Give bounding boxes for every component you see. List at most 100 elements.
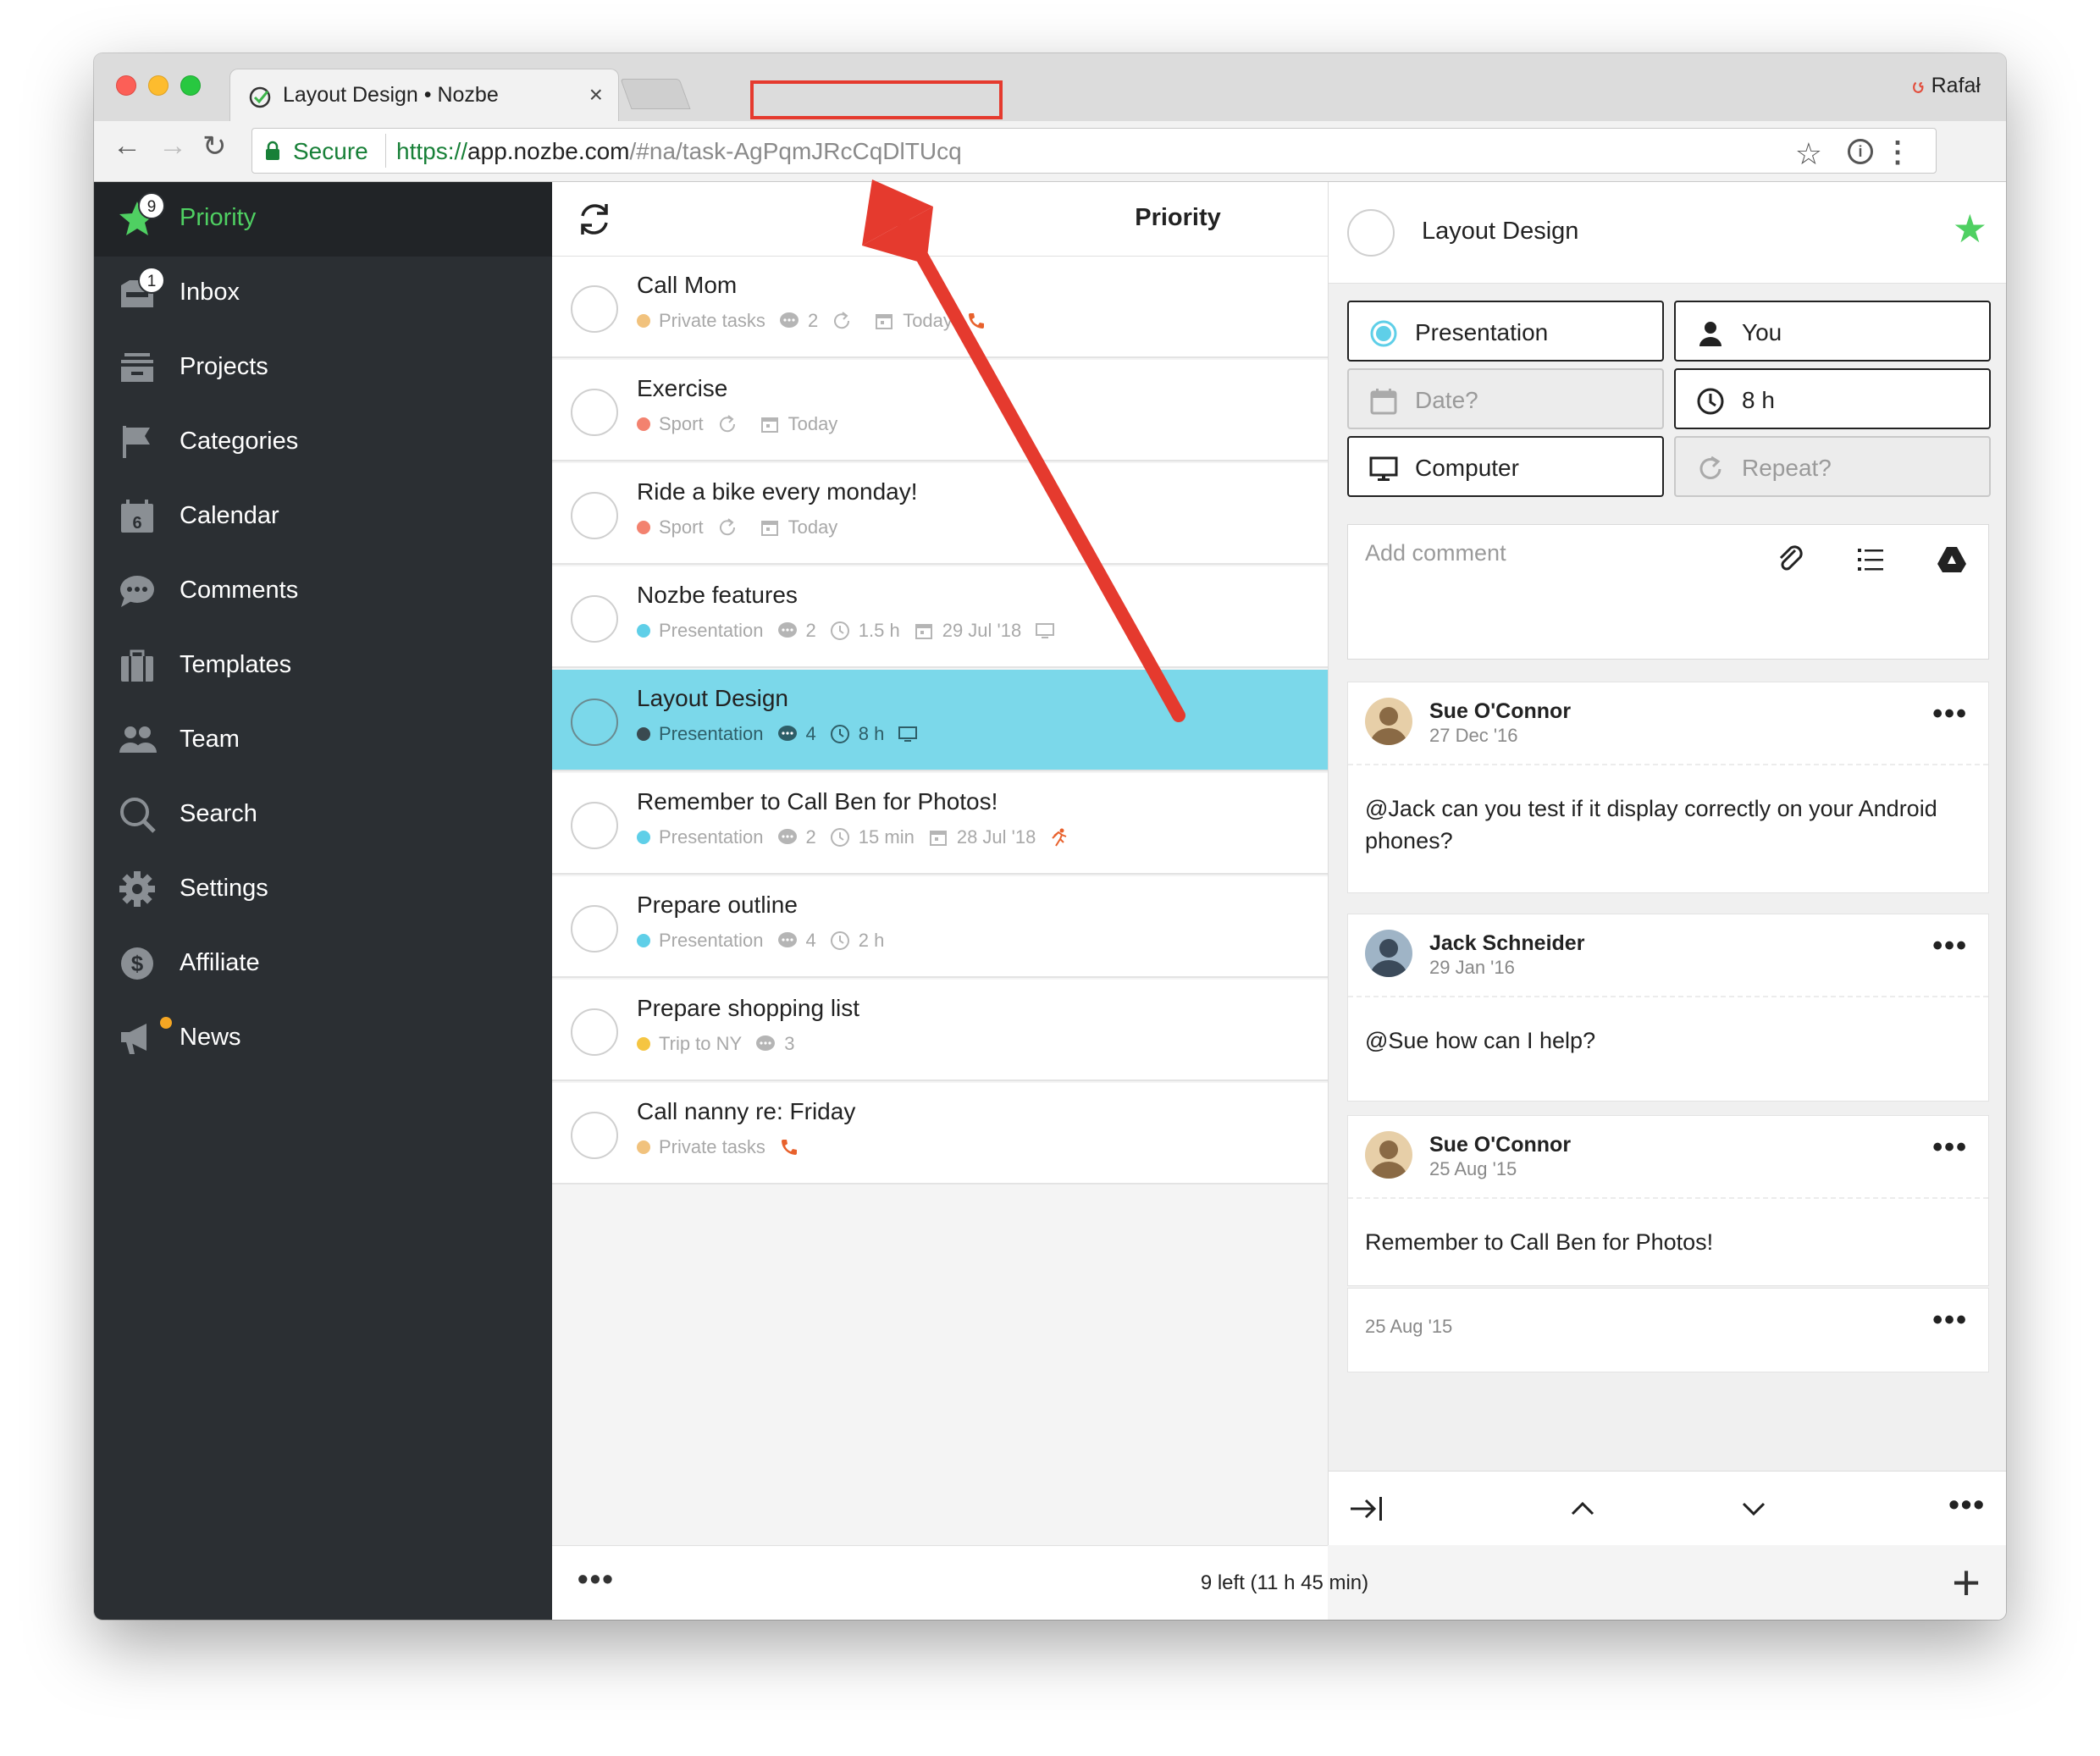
url-path: /#na/task-AgPqmJRcCqDlTUcq: [629, 138, 962, 164]
task-checkbox[interactable]: [571, 1008, 618, 1056]
sidebar-item-calendar[interactable]: 6 Calendar: [94, 480, 552, 555]
sidebar-item-label: Priority: [180, 204, 257, 231]
task-comments: 4: [777, 930, 816, 952]
extension-icon[interactable]: i: [1848, 139, 1873, 164]
sidebar-item-settings[interactable]: Settings: [94, 853, 552, 927]
task-checkbox[interactable]: [571, 1112, 618, 1159]
task-checkbox[interactable]: [571, 595, 618, 643]
task-project: Presentation: [637, 723, 764, 745]
add-task-icon[interactable]: +: [1952, 1559, 1981, 1608]
reload-icon[interactable]: ↻: [202, 130, 227, 163]
task-date: Today: [760, 413, 837, 435]
sidebar-item-categories[interactable]: Categories: [94, 406, 552, 480]
zoom-window-button[interactable]: [180, 75, 201, 96]
date-attribute-button[interactable]: Date?: [1347, 368, 1664, 429]
task-row[interactable]: Ride a bike every monday! Sport Today: [552, 463, 1328, 565]
calendar-icon: [928, 826, 957, 848]
repeat-attribute-button[interactable]: Repeat?: [1674, 436, 1991, 497]
task-project-name: Sport: [659, 516, 704, 538]
project-attribute-label: Presentation: [1415, 319, 1549, 345]
tab-close-icon[interactable]: ×: [589, 81, 603, 108]
minimize-window-button[interactable]: [148, 75, 169, 96]
previous-task-icon[interactable]: [1562, 1488, 1603, 1529]
browser-menu-icon[interactable]: ⋮: [1883, 135, 1912, 169]
sidebar-item-templates[interactable]: Templates: [94, 629, 552, 704]
task-row[interactable]: Prepare shopping list Trip to NY 3: [552, 980, 1328, 1081]
url-text[interactable]: https://app.nozbe.com/#na/task-AgPqmJRcC…: [396, 138, 962, 165]
sidebar: 9 Priority 1 Inbox Projects Categories 6…: [94, 182, 552, 1620]
calendar-icon: [914, 620, 942, 641]
sidebar-item-projects[interactable]: Projects: [94, 331, 552, 406]
forward-icon[interactable]: →: [158, 130, 187, 163]
project-attribute-button[interactable]: Presentation: [1347, 301, 1664, 362]
remaining-status: 9 left (11 h 45 min): [1200, 1571, 1369, 1594]
detail-more-icon[interactable]: •••: [1948, 1487, 1986, 1522]
task-project: Private tasks: [637, 310, 765, 332]
task-date: Today: [874, 310, 953, 332]
lock-icon: [266, 141, 279, 160]
sidebar-item-comments[interactable]: Comments: [94, 555, 552, 629]
bookmark-star-icon[interactable]: ☆: [1795, 136, 1822, 172]
task-time: 15 min: [830, 826, 915, 848]
task-meta: Presentation 2 15 min 28 Jul '18: [637, 826, 1091, 853]
sidebar-item-label: Categories: [180, 428, 299, 455]
close-detail-icon[interactable]: [1347, 1488, 1388, 1529]
task-row[interactable]: Remember to Call Ben for Photos! Presenta…: [552, 773, 1328, 875]
google-drive-icon[interactable]: [1936, 544, 1968, 576]
task-row[interactable]: Prepare outline Presentation 4 2 h: [552, 876, 1328, 978]
attachment-icon[interactable]: [1775, 544, 1807, 576]
task-checkbox[interactable]: [571, 389, 618, 436]
next-task-icon[interactable]: [1733, 1488, 1774, 1529]
task-date-value: Today: [903, 310, 953, 332]
sync-icon[interactable]: [574, 199, 615, 240]
sidebar-item-team[interactable]: Team: [94, 704, 552, 778]
category-attribute-button[interactable]: Computer: [1347, 436, 1664, 497]
task-row[interactable]: Nozbe features Presentation 2 1.5 h 29 Jul '…: [552, 566, 1328, 668]
task-row[interactable]: Call Mom Private tasks 2 Today: [552, 257, 1328, 358]
task-checkbox[interactable]: [571, 905, 618, 953]
nozbe-favicon-icon: [249, 86, 271, 108]
projects-icon: [121, 353, 153, 382]
detail-task-title[interactable]: Layout Design: [1422, 218, 1578, 246]
address-bar[interactable]: Secure https://app.nozbe.com/#na/task-Ag…: [251, 128, 1937, 174]
task-checkbox[interactable]: [571, 802, 618, 849]
time-attribute-label: 8 h: [1742, 387, 1775, 413]
add-comment-box[interactable]: Add comment: [1347, 524, 1989, 660]
profile-button[interactable]: ၒ Rafał: [1913, 72, 1981, 103]
task-row[interactable]: Layout Design Presentation 4 8 h: [552, 670, 1328, 771]
back-icon[interactable]: ←: [113, 130, 141, 163]
sidebar-item-search[interactable]: Search: [94, 778, 552, 853]
sidebar-item-label: Comments: [180, 577, 299, 604]
task-date: Today: [760, 516, 837, 538]
comment-more-icon[interactable]: •••: [1932, 930, 1968, 963]
responsible-attribute-button[interactable]: You: [1674, 301, 1991, 362]
comment-more-icon[interactable]: •••: [1932, 1304, 1968, 1337]
task-row[interactable]: Call nanny re: Friday Private tasks: [552, 1083, 1328, 1184]
task-time: 1.5 h: [830, 620, 900, 642]
comment-more-icon[interactable]: •••: [1932, 1131, 1968, 1164]
sidebar-item-news[interactable]: News: [94, 1002, 552, 1076]
task-project: Sport: [637, 413, 704, 435]
task-checkbox[interactable]: [571, 492, 618, 539]
new-tab-button[interactable]: [620, 79, 691, 109]
comment-more-icon[interactable]: •••: [1932, 698, 1968, 731]
task-checkbox[interactable]: [571, 285, 618, 333]
task-row[interactable]: Exercise Sport Today: [552, 360, 1328, 461]
close-window-button[interactable]: [116, 75, 136, 96]
checklist-icon[interactable]: [1854, 544, 1887, 576]
task-checkbox[interactable]: [571, 699, 618, 746]
sidebar-item-affiliate[interactable]: $ Affiliate: [94, 927, 552, 1002]
browser-tab[interactable]: Layout Design • Nozbe ×: [229, 69, 619, 123]
sidebar-item-inbox[interactable]: 1 Inbox: [94, 257, 552, 331]
task-project-name: Sport: [659, 413, 704, 435]
profile-icon: ၒ: [1912, 74, 1925, 97]
time-attribute-button[interactable]: 8 h: [1674, 368, 1991, 429]
complete-task-checkbox[interactable]: [1347, 209, 1395, 257]
task-project-name: Private tasks: [659, 1136, 765, 1158]
task-project: Sport: [637, 516, 704, 538]
task-list-panel: Priority Call Mom Private tasks 2 Today Exer…: [552, 182, 1368, 1620]
task-comments: 2: [777, 826, 816, 848]
sidebar-item-priority[interactable]: 9 Priority: [94, 182, 552, 257]
avatar: [1365, 930, 1412, 977]
priority-star-icon[interactable]: ★: [1953, 206, 1987, 251]
